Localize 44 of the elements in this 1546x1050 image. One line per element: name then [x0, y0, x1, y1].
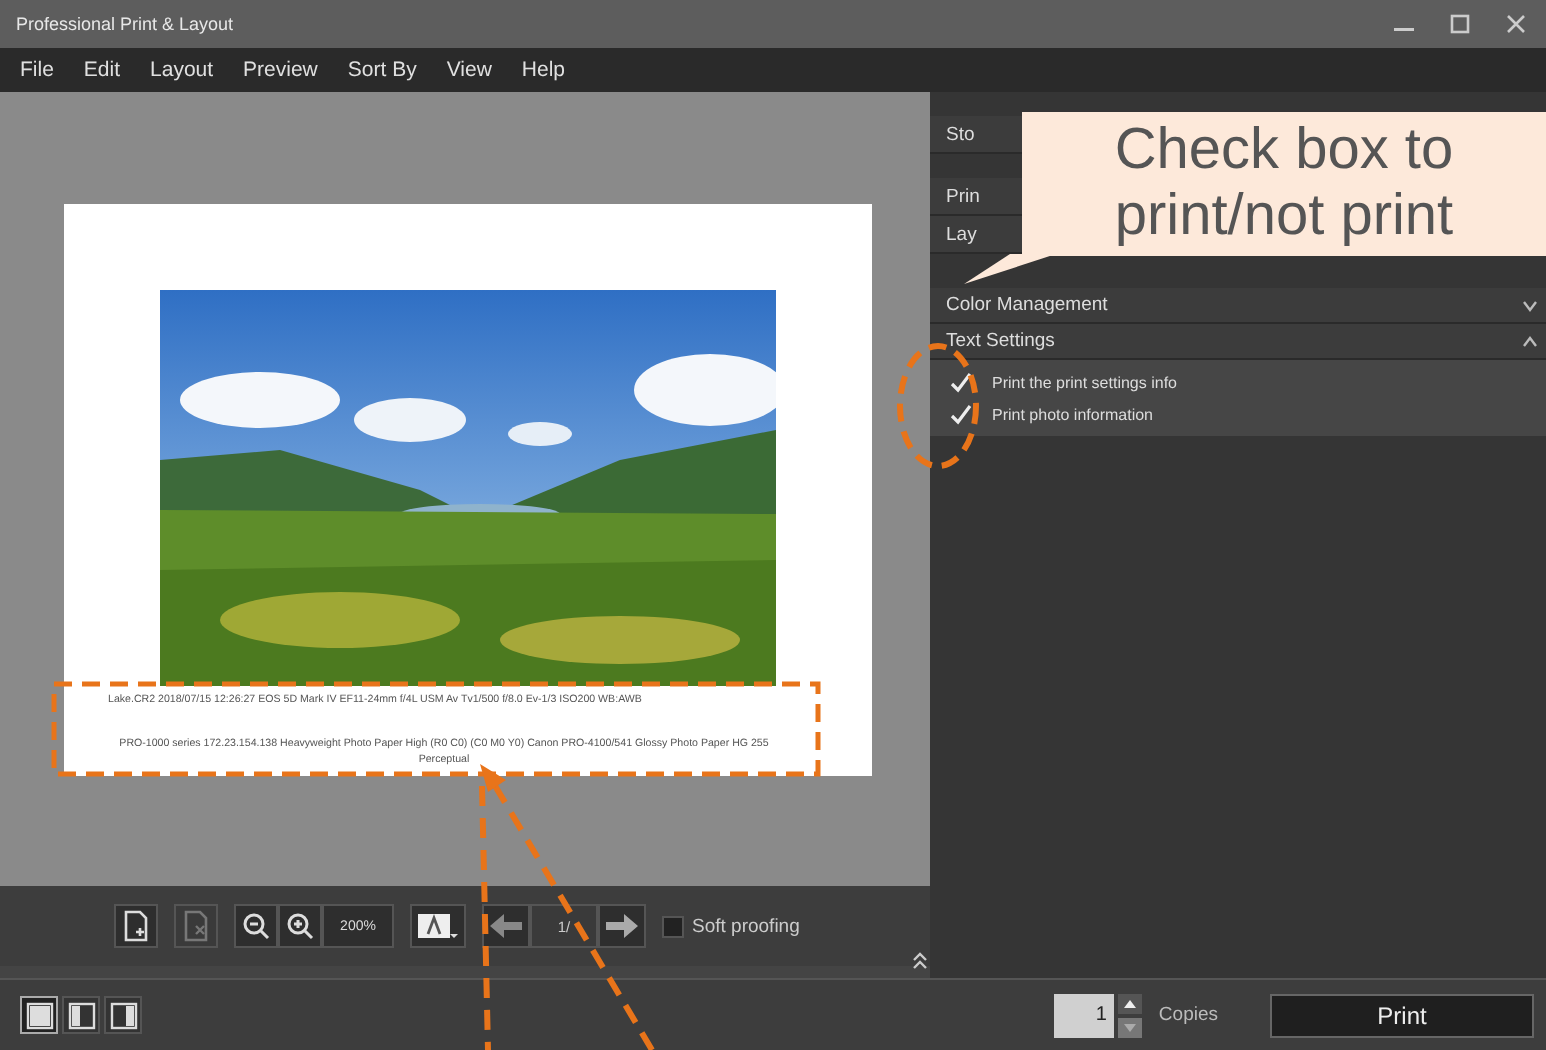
callout-text: Check box to print/not print — [1112, 117, 1456, 251]
left-arrow-icon — [490, 914, 522, 938]
option-label: Print the print settings info — [992, 373, 1177, 391]
layout-button[interactable] — [62, 996, 100, 1034]
checkbox[interactable] — [950, 371, 972, 393]
next-page-button[interactable] — [598, 904, 646, 948]
checkbox[interactable] — [950, 403, 972, 425]
add-page-button[interactable] — [114, 904, 158, 948]
layout-button[interactable] — [20, 996, 58, 1034]
chevron-icon — [1522, 335, 1538, 347]
menu-item[interactable]: Layout — [150, 58, 214, 82]
text-style-button[interactable] — [410, 904, 466, 948]
window-title: Professional Print & Layout — [16, 14, 234, 34]
collapse-icon[interactable] — [912, 950, 928, 970]
option-label: Print photo information — [992, 405, 1153, 423]
panel-row-label[interactable]: Prin — [946, 185, 980, 207]
menu-item[interactable]: Help — [521, 58, 566, 82]
menu-item[interactable]: Preview — [243, 58, 318, 82]
right-arrow-icon — [606, 914, 638, 938]
zoom-out-icon — [242, 912, 270, 940]
menu-item[interactable]: File — [20, 58, 54, 82]
copies-label: Copies — [1158, 1004, 1218, 1026]
section-header[interactable]: Color Management — [930, 288, 1546, 324]
spinner-icon[interactable] — [1118, 993, 1143, 1037]
panel-row-label[interactable]: Lay — [946, 223, 977, 245]
section-header[interactable]: Text Settings — [930, 324, 1546, 360]
highlight-circle — [897, 343, 979, 469]
previous-page-button[interactable] — [482, 904, 530, 948]
zoom-in-icon — [286, 912, 314, 940]
menu-item[interactable]: Edit — [83, 58, 121, 82]
chevron-icon — [1522, 299, 1538, 311]
menu-item[interactable]: View — [446, 58, 492, 82]
zoom-out-button[interactable] — [234, 904, 278, 948]
print-button[interactable]: Print — [1270, 993, 1534, 1037]
soft-proofing-checkbox[interactable] — [662, 915, 684, 937]
copies-field[interactable]: 1 — [1054, 993, 1115, 1037]
remove-page-button[interactable] — [174, 904, 218, 948]
soft-proofing-label: Soft proofing — [692, 915, 800, 937]
panel-row-label[interactable]: Sto — [946, 123, 975, 145]
menu-item[interactable]: Sort By — [347, 58, 417, 82]
zoom-in-button[interactable] — [278, 904, 322, 948]
maximize-icon[interactable] — [1450, 14, 1470, 34]
close-icon[interactable] — [1506, 14, 1526, 34]
layout-button[interactable] — [104, 996, 142, 1034]
